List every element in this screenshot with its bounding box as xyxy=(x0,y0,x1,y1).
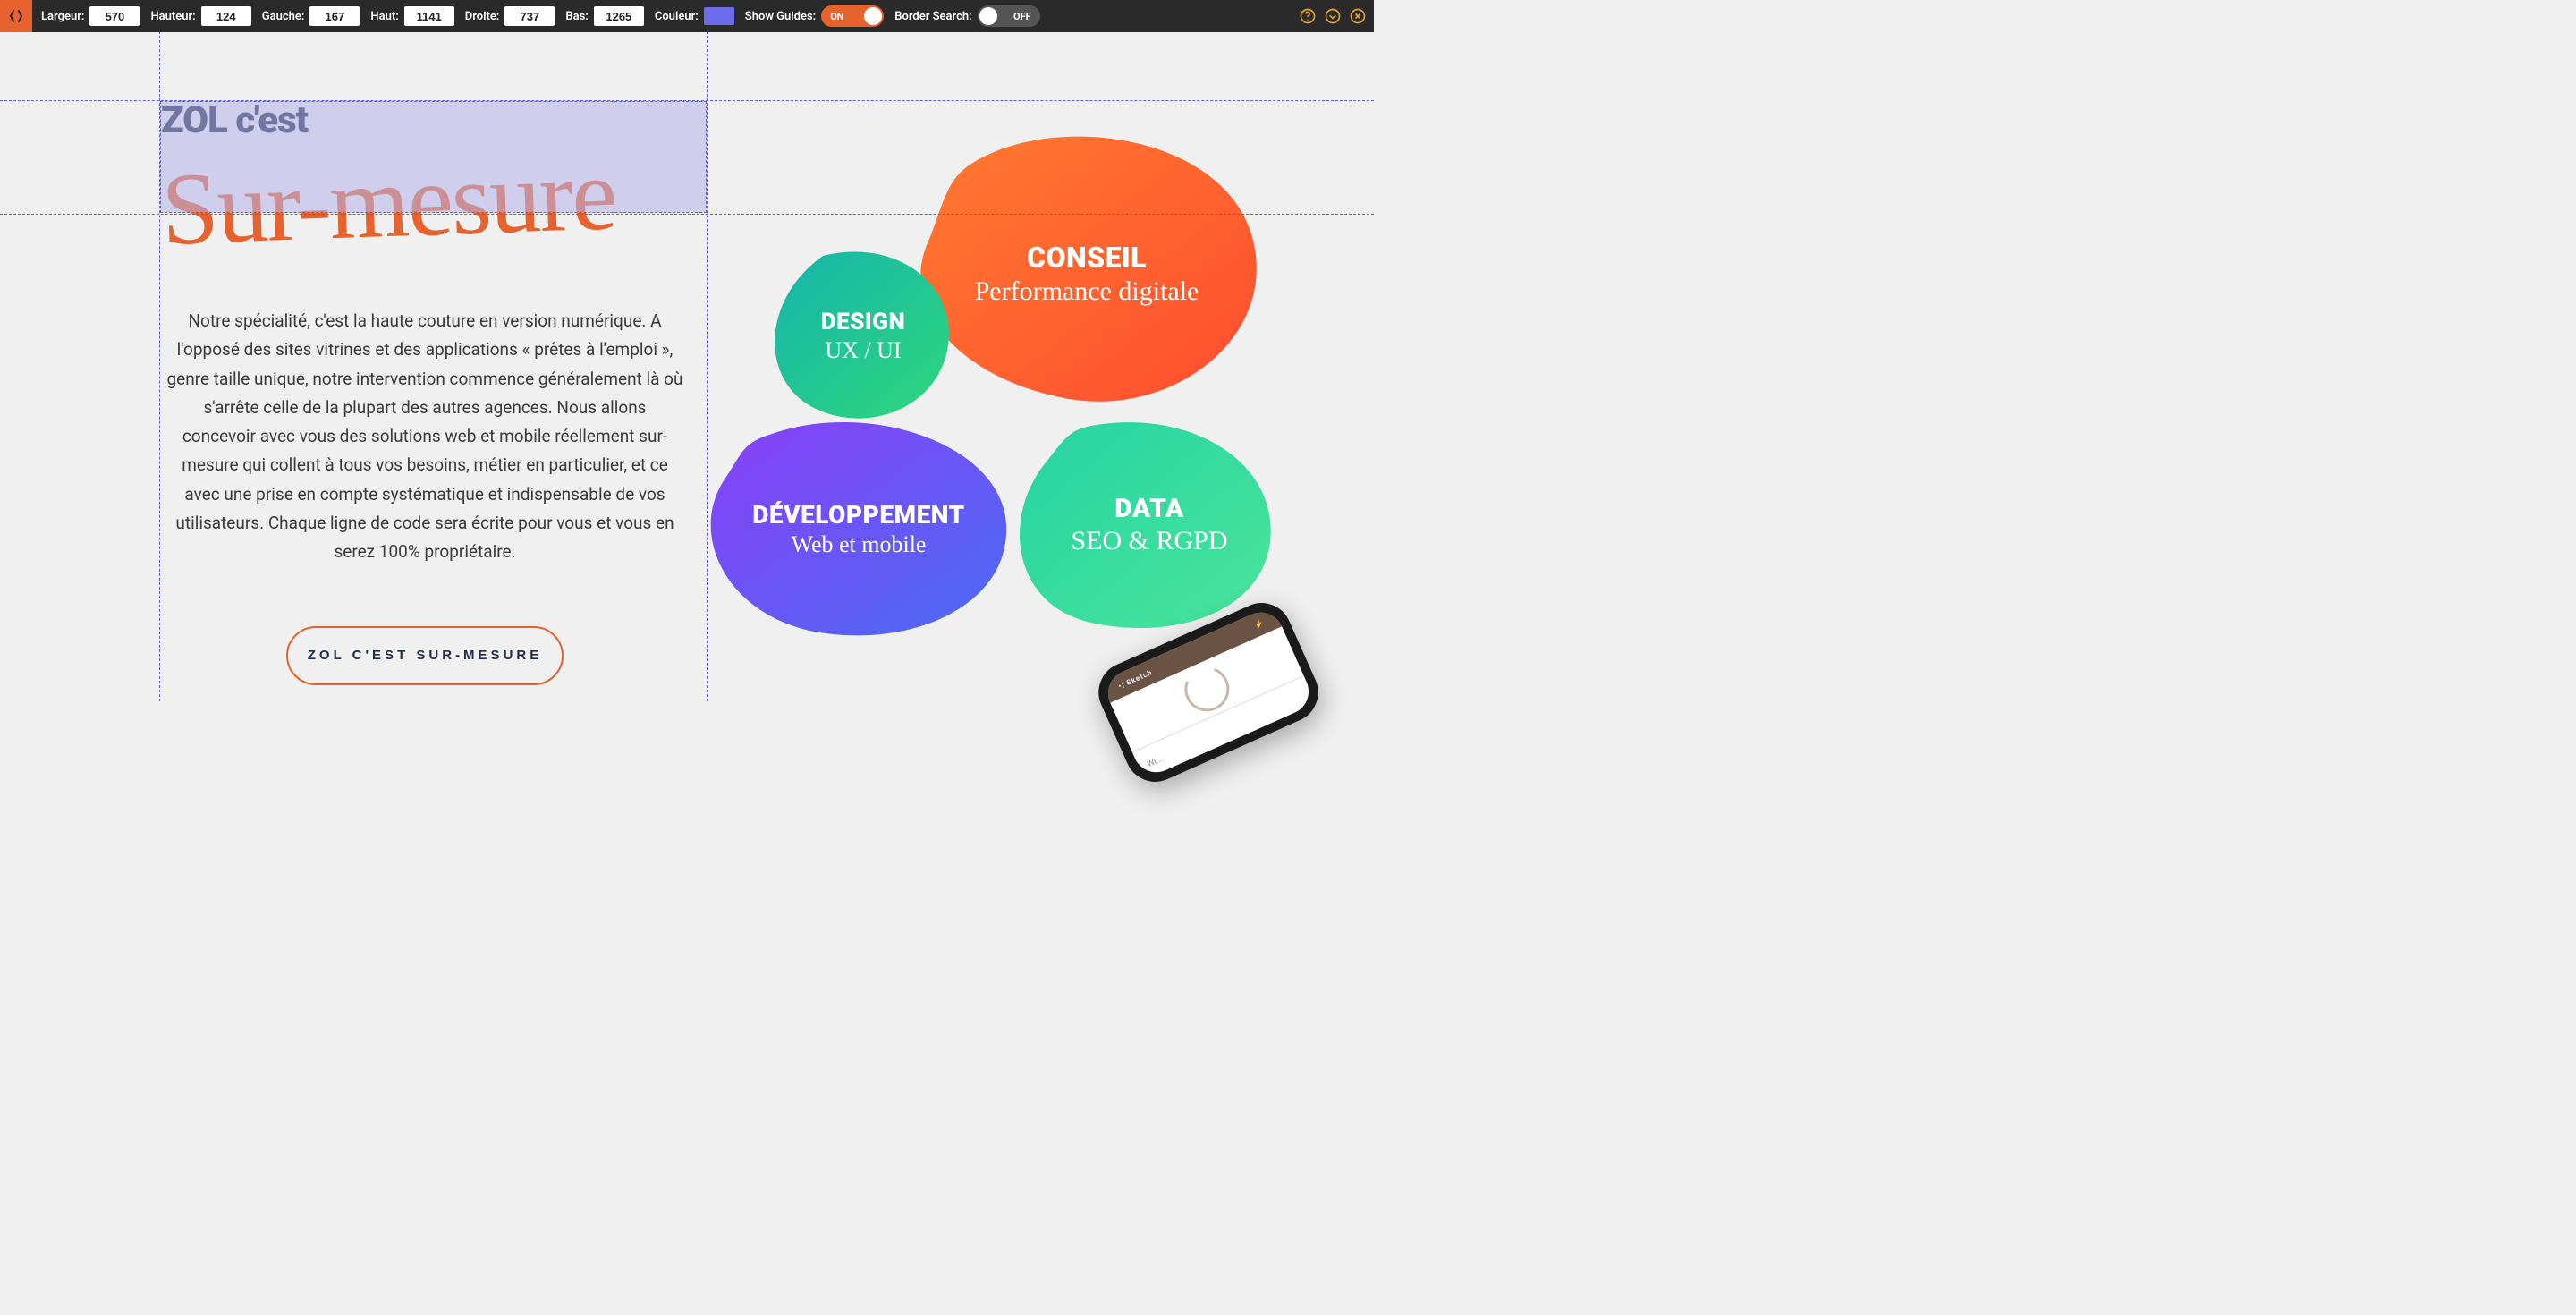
label-droite: Droite: xyxy=(465,10,500,23)
phone-status-right: ⚡ xyxy=(1253,618,1266,630)
help-icon[interactable] xyxy=(1299,7,1317,25)
blob-data[interactable]: DATA SEO & RGPD xyxy=(1020,417,1279,632)
hero-body: Notre spécialité, c'est la haute couture… xyxy=(161,307,689,567)
label-haut: Haut: xyxy=(370,10,398,23)
label-bas: Bas: xyxy=(565,10,588,23)
field-show-guides: Show Guides: ON xyxy=(745,5,884,27)
field-border-search: Border Search: OFF xyxy=(894,5,1039,27)
toggle-show-guides[interactable]: ON xyxy=(821,5,884,27)
phone-bottom-text: Wi... xyxy=(1146,755,1164,769)
label-gauche: Gauche: xyxy=(262,10,305,23)
toggle-border-search-text: OFF xyxy=(1013,11,1031,22)
toggle-border-search[interactable]: OFF xyxy=(978,5,1040,27)
selection-highlight xyxy=(160,101,707,213)
hero-cta-button[interactable]: ZOL C'EST SUR-MESURE xyxy=(286,626,564,685)
blob-dev-sub: Web et mobile xyxy=(792,531,927,558)
blob-data-title: DATA xyxy=(1114,493,1183,524)
minimize-icon[interactable] xyxy=(1324,7,1342,25)
toggle-knob xyxy=(979,7,997,25)
blob-design-title: DESIGN xyxy=(821,309,905,335)
toggle-show-guides-text: ON xyxy=(830,11,843,22)
blob-dev-title: DÉVELOPPEMENT xyxy=(752,500,964,530)
input-gauche[interactable] xyxy=(309,6,360,26)
blob-conseil[interactable]: CONSEIL Performance digitale xyxy=(912,131,1261,417)
input-bas[interactable] xyxy=(594,6,644,26)
input-droite[interactable] xyxy=(504,6,555,26)
blobs-group: CONSEIL Performance digitale DESIGN UX /… xyxy=(716,131,1324,632)
input-haut[interactable] xyxy=(404,6,454,26)
field-droite: Droite: xyxy=(465,6,555,26)
field-largeur: Largeur: xyxy=(41,6,140,26)
blob-data-sub: SEO & RGPD xyxy=(1071,526,1227,556)
color-swatch[interactable] xyxy=(704,7,734,25)
field-couleur: Couleur: xyxy=(655,7,734,25)
blob-design-sub: UX / UI xyxy=(825,337,901,364)
blob-design[interactable]: DESIGN UX / UI xyxy=(769,247,957,426)
blob-conseil-title: CONSEIL xyxy=(1027,241,1147,275)
input-hauteur[interactable] xyxy=(201,6,251,26)
label-hauteur: Hauteur: xyxy=(150,10,195,23)
label-couleur: Couleur: xyxy=(655,10,699,23)
label-border-search: Border Search: xyxy=(894,10,971,23)
input-largeur[interactable] xyxy=(89,6,140,26)
label-show-guides: Show Guides: xyxy=(745,10,816,23)
field-haut: Haut: xyxy=(370,6,453,26)
blob-dev[interactable]: DÉVELOPPEMENT Web et mobile xyxy=(707,417,1011,641)
toggle-knob xyxy=(864,7,882,25)
field-bas: Bas: xyxy=(565,6,643,26)
field-hauteur: Hauteur: xyxy=(150,6,250,26)
blob-conseil-sub: Performance digitale xyxy=(975,276,1199,307)
app-logo[interactable] xyxy=(0,0,32,32)
close-icon[interactable] xyxy=(1349,7,1367,25)
label-largeur: Largeur: xyxy=(41,10,84,23)
field-gauche: Gauche: xyxy=(262,6,360,26)
inspector-toolbar: Largeur: Hauteur: Gauche: Haut: Droite: … xyxy=(0,0,1374,32)
toolbar-right-icons xyxy=(1299,7,1367,25)
